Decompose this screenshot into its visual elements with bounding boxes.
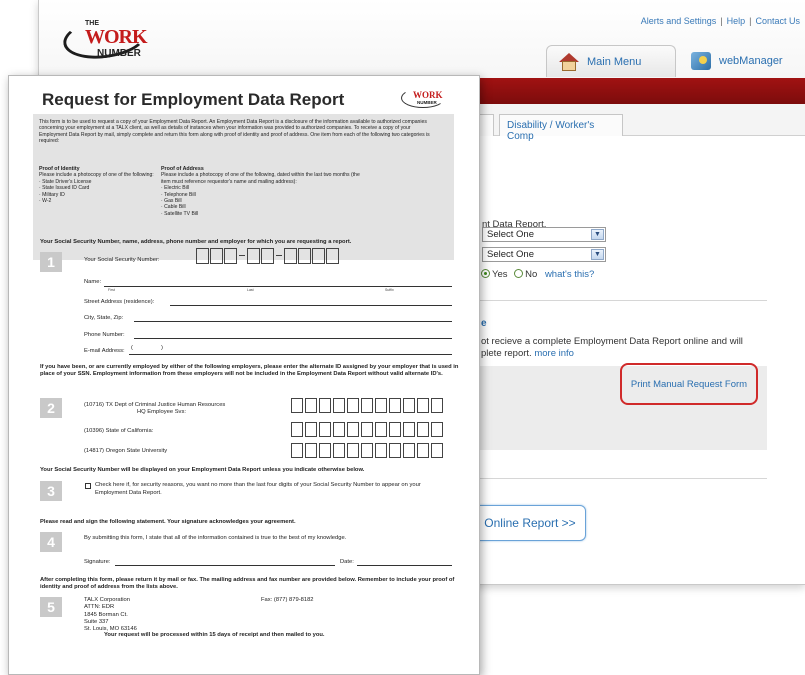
address-line: 1845 Borman Ct. <box>84 611 128 618</box>
separator: | <box>720 16 723 26</box>
select-one-dropdown-2[interactable]: Select One ▼ <box>482 247 606 262</box>
phone-label: Phone Number: <box>84 332 125 338</box>
tab-disability-workers-comp[interactable]: Disability / Worker's Comp <box>499 114 623 142</box>
email-paren-close: ) <box>161 345 163 351</box>
section-heading-fragment: e <box>481 318 487 329</box>
step-badge-4: 4 <box>40 532 62 552</box>
email-line[interactable] <box>129 354 452 355</box>
webmanager-tab[interactable]: webManager <box>679 45 805 77</box>
suffix-sub: Suffix <box>385 288 394 292</box>
section-2-heading: If you have been, or are currently emplo… <box>40 364 459 377</box>
webmanager-label: webManager <box>719 55 783 67</box>
contact-us-link[interactable]: Contact Us <box>755 16 800 26</box>
email-paren-open: ( <box>131 345 133 351</box>
top-links: Alerts and Settings | Help | Contact Us <box>641 16 800 26</box>
step-badge-1: 1 <box>40 252 62 272</box>
employer-2-id-boxes[interactable] <box>291 422 451 437</box>
name-label: Name: <box>84 279 102 285</box>
logo-work: WORK <box>85 26 148 48</box>
section-3-heading: Your Social Security Number will be disp… <box>40 467 365 473</box>
city-line[interactable] <box>134 321 452 322</box>
chevron-down-icon: ▼ <box>591 249 604 260</box>
last-four-checkbox[interactable] <box>85 483 91 489</box>
logo-number: NUMBER <box>97 48 141 59</box>
agreement-text: By submitting this form, I state that al… <box>84 535 347 541</box>
notice-line-1: ot recieve a complete Employment Data Re… <box>481 336 743 347</box>
select-value: Select One <box>487 229 534 240</box>
section-4-heading: Please read and sign the following state… <box>40 519 296 525</box>
section-1-heading: Your Social Security Number, name, addre… <box>40 239 352 245</box>
employer-1-line1: (10716) TX Dept of Criminal Justice Huma… <box>84 402 226 408</box>
street-line[interactable] <box>170 305 452 306</box>
first-sub: First <box>108 288 115 292</box>
address-line: TALX Corporation <box>84 597 130 603</box>
chevron-down-icon: ▼ <box>591 229 604 240</box>
section-5-heading: After completing this form, please retur… <box>40 577 455 590</box>
step-badge-5: 5 <box>40 597 62 617</box>
step-badge-3: 3 <box>40 481 62 501</box>
step-badge-2: 2 <box>40 398 62 418</box>
employer-1-id-boxes[interactable] <box>291 398 451 413</box>
divider <box>480 478 767 479</box>
more-info-link[interactable]: more info <box>534 348 574 359</box>
proof-address-desc: Please include a photocopy of one of the… <box>161 172 360 185</box>
yes-label: Yes <box>492 269 508 280</box>
select-one-dropdown-1[interactable]: Select One ▼ <box>482 227 606 242</box>
the-work-number-logo: THE WORK NUMBER <box>60 12 150 64</box>
site-header: Alerts and Settings | Help | Contact Us THE … <box>39 0 805 78</box>
name-line[interactable] <box>104 286 452 287</box>
main-menu-label: Main Menu <box>587 55 642 68</box>
employment-data-report-request-form: Request for Employment Data Report WORK … <box>8 75 480 675</box>
employer-3-id-boxes[interactable] <box>291 443 451 458</box>
last-four-text: Check here if, for security reasons, you… <box>95 482 421 496</box>
select-value: Select One <box>487 249 534 260</box>
proof-of-address: Proof of Address Please include a photoc… <box>161 166 361 217</box>
signature-line[interactable] <box>115 565 335 566</box>
date-line[interactable] <box>357 565 452 566</box>
separator: | <box>749 16 752 26</box>
divider <box>480 300 767 301</box>
online-report-button[interactable]: Online Report >> <box>474 505 586 541</box>
city-label: City, State, Zip: <box>84 315 124 321</box>
email-label: E-mail Address: <box>84 348 125 354</box>
proof-identity-desc: Please include a photocopy of one of the… <box>39 172 154 179</box>
no-radio[interactable] <box>514 269 524 278</box>
list-item: · Satellite TV Bill <box>161 210 199 217</box>
form-logo-number: NUMBER <box>417 100 437 105</box>
phone-line[interactable] <box>134 338 452 339</box>
mailing-address: TALX Corporation ATTN: EDR 1845 Borman C… <box>84 597 137 633</box>
notice-text: plete report. <box>481 348 532 359</box>
yes-no-row: Yes No what's this? <box>481 269 594 280</box>
street-label: Street Address (residence): <box>84 299 155 305</box>
whats-this-link[interactable]: what's this? <box>545 269 594 280</box>
date-label: Date: <box>340 559 354 565</box>
alerts-settings-link[interactable]: Alerts and Settings <box>641 16 717 26</box>
employer-3: (14817) Oregon State University <box>84 448 168 454</box>
employer-2: (10396) State of California: <box>84 428 154 434</box>
intro-paragraph: This form is to be used to request a cop… <box>39 119 430 145</box>
form-title: Request for Employment Data Report <box>42 90 345 109</box>
fax-number: Fax: (877) 879-8182 <box>261 597 314 603</box>
help-link[interactable]: Help <box>727 16 746 26</box>
no-label: No <box>525 269 538 280</box>
address-line: Suite 337 <box>84 618 109 625</box>
webmanager-icon <box>691 52 711 70</box>
signature-label: Signature: <box>84 559 111 565</box>
last-sub: Last <box>247 288 254 292</box>
form-logo: WORK NUMBER <box>401 84 447 110</box>
employer-1-line2: HQ Employee Svs: <box>137 409 186 415</box>
address-line: ATTN: EDR <box>84 604 115 611</box>
processing-note: Your request will be processed within 15… <box>104 632 325 638</box>
ssn-label: Your Social Security Number: <box>84 257 160 263</box>
print-manual-request-form-link[interactable]: Print Manual Request Form <box>620 363 758 405</box>
notice-line-2: plete report. more info <box>481 348 574 359</box>
yes-radio[interactable] <box>481 269 490 278</box>
form-logo-work: WORK <box>413 90 443 100</box>
home-icon <box>559 52 579 71</box>
main-menu-tab[interactable]: Main Menu <box>546 45 676 77</box>
